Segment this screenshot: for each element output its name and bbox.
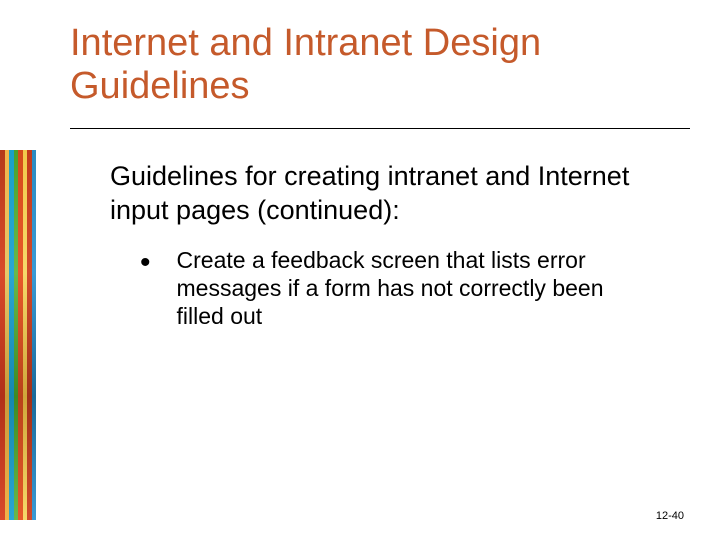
bullet-icon: • <box>140 248 151 278</box>
bullet-item: • Create a feedback screen that lists er… <box>110 246 660 330</box>
bullet-text: Create a feedback screen that lists erro… <box>177 246 650 330</box>
slide: Internet and Intranet Design Guidelines … <box>0 0 720 540</box>
page-number: 12-40 <box>656 510 684 522</box>
decorative-stripe <box>0 150 36 520</box>
slide-body: Guidelines for creating intranet and Int… <box>110 160 660 330</box>
slide-title: Internet and Intranet Design Guidelines <box>70 22 680 107</box>
lead-paragraph: Guidelines for creating intranet and Int… <box>110 160 660 228</box>
title-underline <box>70 128 690 129</box>
